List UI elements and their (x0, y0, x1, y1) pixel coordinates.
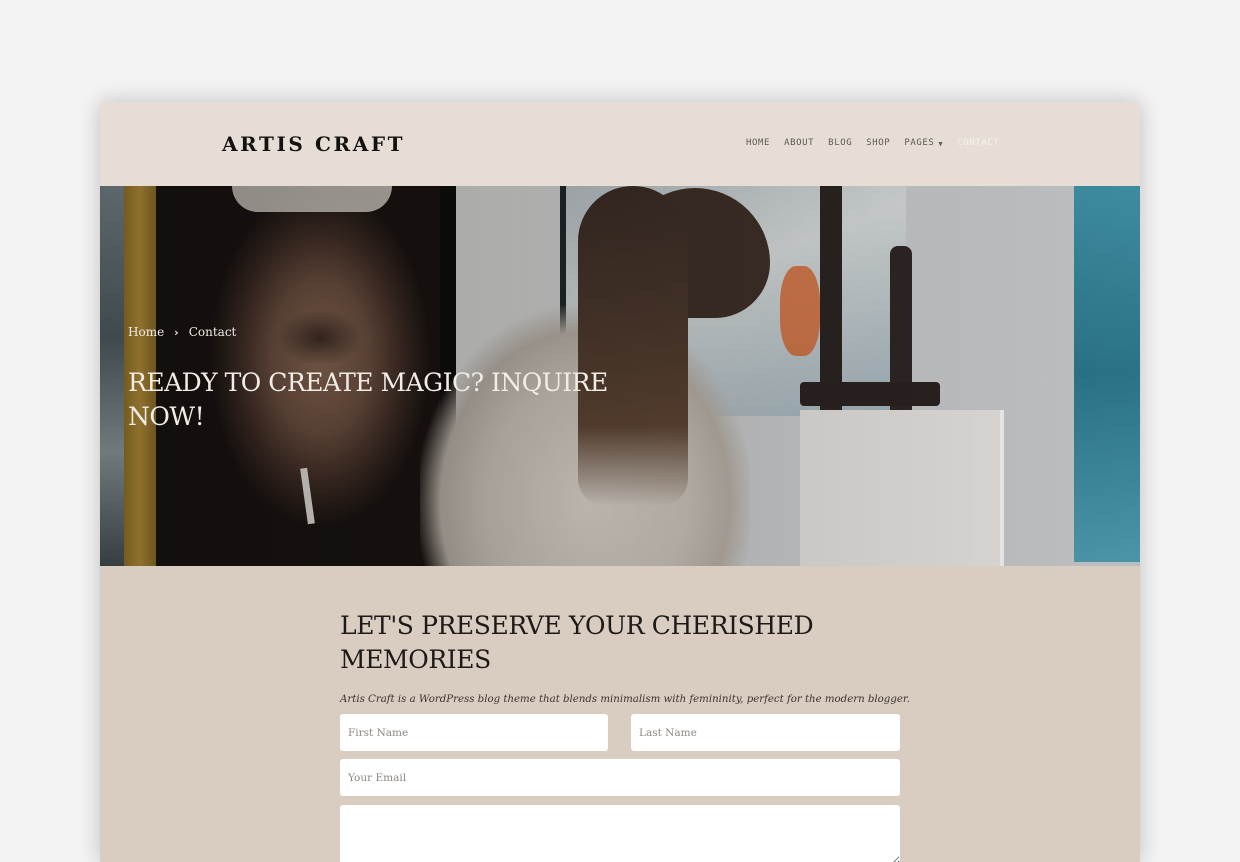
email-input[interactable] (340, 759, 900, 796)
breadcrumb: Home › Contact (128, 325, 236, 339)
breadcrumb-home[interactable]: Home (128, 325, 164, 339)
contact-subtitle: Artis Craft is a WordPress blog theme th… (340, 694, 910, 706)
site-header: ARTIS CRAFT HOME ABOUT BLOG SHOP PAGES ▼… (100, 102, 1140, 186)
nav-item-home[interactable]: HOME (746, 138, 770, 148)
nav-item-pages-label: PAGES (904, 138, 935, 148)
hero-banner: Home › Contact READY TO CREATE MAGIC? IN… (100, 186, 1140, 566)
nav-item-pages[interactable]: PAGES ▼ (904, 138, 943, 148)
site-logo[interactable]: ARTIS CRAFT (222, 132, 405, 156)
browser-page-frame: ARTIS CRAFT HOME ABOUT BLOG SHOP PAGES ▼… (100, 102, 1140, 862)
chevron-down-icon: ▼ (938, 140, 944, 148)
hero-title: READY TO CREATE MAGIC? INQUIRE NOW! (128, 368, 608, 431)
chevron-right-icon: › (174, 325, 179, 339)
nav-item-shop[interactable]: SHOP (866, 138, 890, 148)
message-textarea[interactable] (340, 805, 900, 862)
main-nav: HOME ABOUT BLOG SHOP PAGES ▼ CONTACT (746, 138, 1013, 148)
breadcrumb-current: Contact (188, 325, 237, 339)
contact-title: LET'S PRESERVE YOUR CHERISHED MEMORIES (340, 611, 814, 674)
last-name-input[interactable] (631, 714, 900, 751)
nav-item-contact[interactable]: CONTACT (957, 138, 999, 148)
nav-item-blog[interactable]: BLOG (828, 138, 852, 148)
first-name-input[interactable] (340, 714, 608, 751)
nav-item-about[interactable]: ABOUT (784, 138, 814, 148)
contact-section: LET'S PRESERVE YOUR CHERISHED MEMORIES A… (100, 566, 1140, 862)
